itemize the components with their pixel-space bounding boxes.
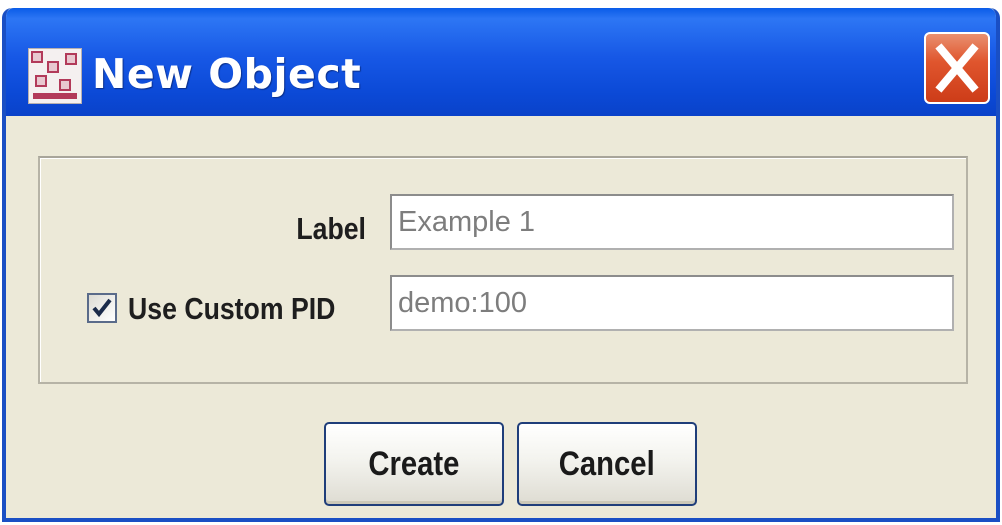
label-input[interactable]: [390, 194, 954, 250]
use-custom-pid-checkbox[interactable]: [87, 293, 117, 323]
create-button[interactable]: Create: [324, 422, 504, 506]
create-button-label: Create: [368, 444, 460, 483]
close-icon: [935, 43, 979, 93]
use-custom-pid-label[interactable]: Use Custom PID: [128, 291, 335, 327]
form-panel: Label Use Custom PID: [38, 156, 968, 384]
custom-pid-input[interactable]: [390, 275, 954, 331]
close-button[interactable]: [924, 32, 990, 104]
app-grid-icon: [28, 48, 82, 104]
title-bar[interactable]: New Object: [6, 8, 996, 116]
label-field-label: Label: [296, 211, 366, 246]
new-object-dialog: New Object Label Use Custom PID Create C…: [2, 8, 1000, 522]
cancel-button[interactable]: Cancel: [517, 422, 697, 506]
window-title: New Object: [92, 50, 362, 98]
checkmark-icon: [92, 298, 112, 318]
cancel-button-label: Cancel: [559, 444, 655, 483]
dialog-body: Label Use Custom PID Create Cancel: [6, 116, 996, 518]
